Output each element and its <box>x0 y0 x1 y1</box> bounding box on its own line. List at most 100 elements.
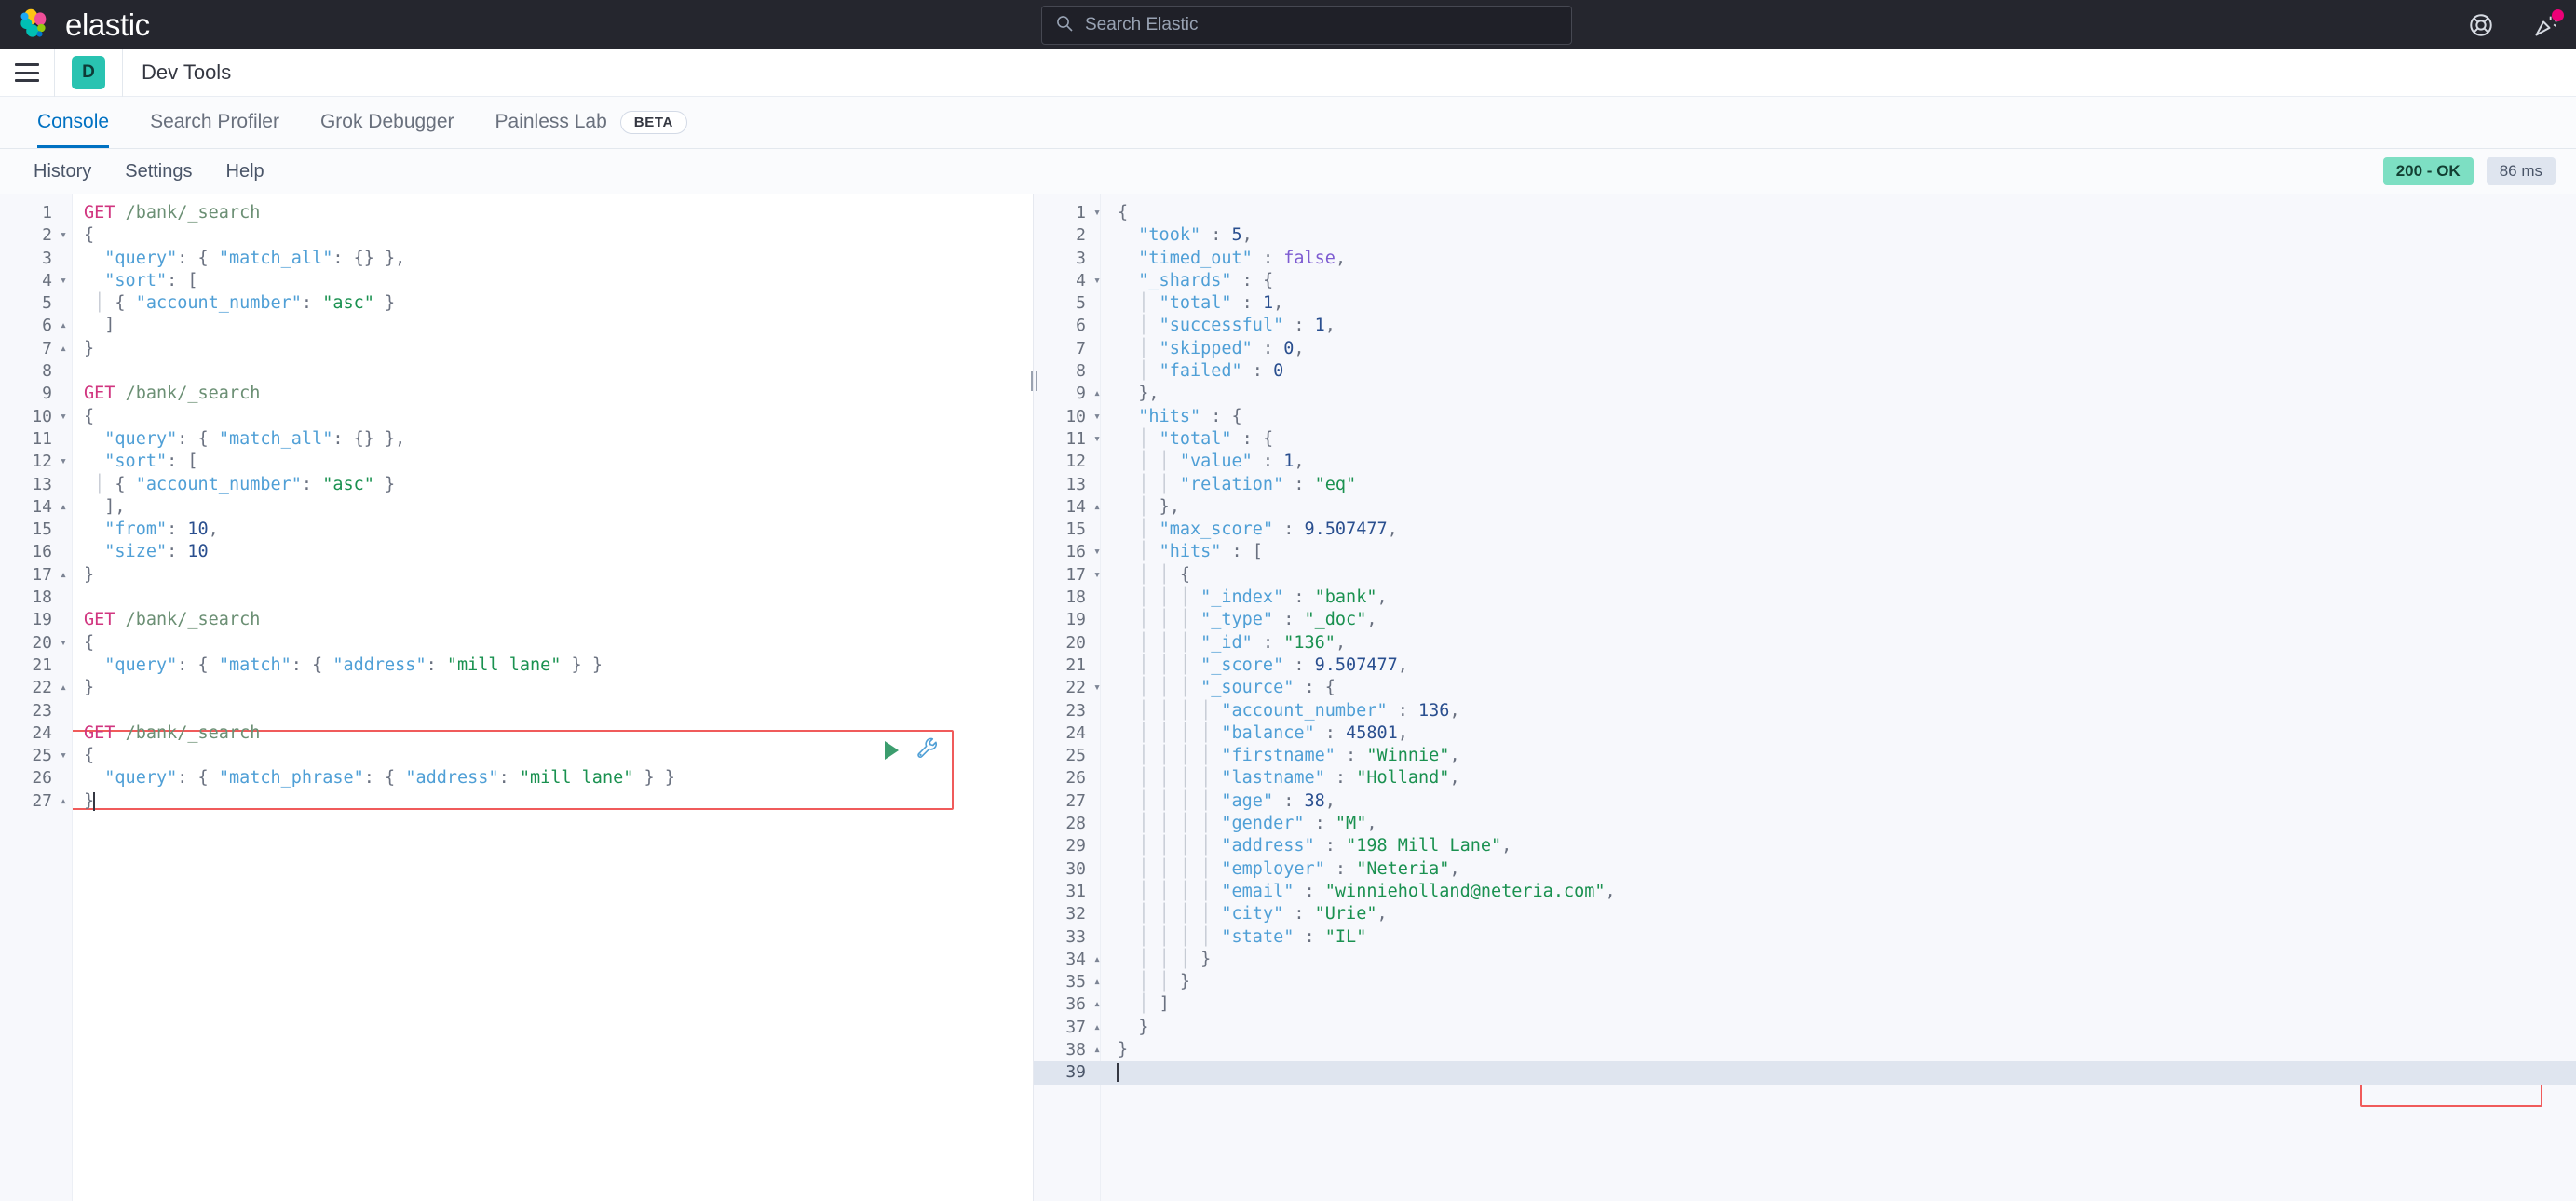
send-request-play-icon[interactable] <box>885 741 899 760</box>
fold-toggle-icon[interactable]: ▾ <box>54 406 73 428</box>
code-line[interactable]: 5 │ { "account_number": "asc" } <box>0 292 1033 315</box>
code-line[interactable]: 14▴ │ }, <box>1034 496 2576 519</box>
code-line[interactable]: 3 "query": { "match_all": {} }, <box>0 248 1033 270</box>
code-line[interactable]: 9GET /bank/_search <box>0 383 1033 405</box>
elastic-brand[interactable]: elastic <box>0 7 150 43</box>
code-line[interactable]: 3 "timed_out" : false, <box>1034 248 2576 270</box>
code-line[interactable]: 1▾{ <box>1034 202 2576 224</box>
fold-toggle-icon[interactable]: ▾ <box>1088 677 1106 699</box>
code-line[interactable]: 26 "query": { "match_phrase": { "address… <box>0 767 1033 789</box>
fold-toggle-icon[interactable]: ▴ <box>54 496 73 519</box>
code-line[interactable]: 6▴ ] <box>0 315 1033 337</box>
fold-toggle-icon[interactable]: ▴ <box>54 338 73 360</box>
code-line[interactable]: 6 │ "successful" : 1, <box>1034 315 2576 337</box>
code-line[interactable]: 10▾ "hits" : { <box>1034 406 2576 428</box>
code-line[interactable]: 10▾{ <box>0 406 1033 428</box>
code-line[interactable]: 4▾ "_shards" : { <box>1034 270 2576 292</box>
code-line[interactable]: 39 <box>1034 1061 2576 1084</box>
code-line[interactable]: 32 │ │ │ │ "city" : "Urie", <box>1034 903 2576 925</box>
code-line[interactable]: 27▴} <box>0 790 1033 813</box>
fold-toggle-icon[interactable]: ▾ <box>54 632 73 654</box>
tab-grok-debugger[interactable]: Grok Debugger <box>300 96 475 148</box>
code-line[interactable]: 21 "query": { "match": { "address": "mil… <box>0 654 1033 677</box>
code-line[interactable]: 30 │ │ │ │ "employer" : "Neteria", <box>1034 858 2576 881</box>
code-line[interactable]: 4▾ "sort": [ <box>0 270 1033 292</box>
fold-toggle-icon[interactable]: ▴ <box>1088 949 1106 971</box>
fold-toggle-icon[interactable]: ▾ <box>1088 541 1106 563</box>
code-line[interactable]: 15 "from": 10, <box>0 519 1033 541</box>
code-line[interactable]: 38▴} <box>1034 1039 2576 1061</box>
code-line[interactable]: 27 │ │ │ │ "age" : 38, <box>1034 790 2576 813</box>
code-line[interactable]: 19GET /bank/_search <box>0 609 1033 631</box>
code-line[interactable]: 18 │ │ │ "_index" : "bank", <box>1034 587 2576 609</box>
code-line[interactable]: 11 "query": { "match_all": {} }, <box>0 428 1033 451</box>
fold-toggle-icon[interactable]: ▾ <box>54 745 73 767</box>
code-line[interactable]: 23 <box>0 700 1033 722</box>
code-line[interactable]: 33 │ │ │ │ "state" : "IL" <box>1034 926 2576 949</box>
code-line[interactable]: 24GET /bank/_search <box>0 722 1033 745</box>
party-popper-icon[interactable] <box>2533 12 2559 38</box>
code-line[interactable]: 23 │ │ │ │ "account_number" : 136, <box>1034 700 2576 722</box>
app-badge[interactable]: D <box>72 56 105 89</box>
code-line[interactable]: 15 │ "max_score" : 9.507477, <box>1034 519 2576 541</box>
code-line[interactable]: 11▾ │ "total" : { <box>1034 428 2576 451</box>
code-line[interactable]: 17▾ │ │ { <box>1034 564 2576 587</box>
code-line[interactable]: 25▾{ <box>0 745 1033 767</box>
code-line[interactable]: 1GET /bank/_search <box>0 202 1033 224</box>
code-line[interactable]: 25 │ │ │ │ "firstname" : "Winnie", <box>1034 745 2576 767</box>
code-line[interactable]: 19 │ │ │ "_type" : "_doc", <box>1034 609 2576 631</box>
hamburger-icon[interactable] <box>15 63 39 82</box>
fold-toggle-icon[interactable]: ▴ <box>54 677 73 699</box>
code-line[interactable]: 36▴ │ ] <box>1034 993 2576 1016</box>
toolbar-help[interactable]: Help <box>210 161 281 182</box>
fold-toggle-icon[interactable]: ▾ <box>1088 406 1106 428</box>
fold-toggle-icon[interactable]: ▾ <box>1088 202 1106 224</box>
code-line[interactable]: 24 │ │ │ │ "balance" : 45801, <box>1034 722 2576 745</box>
code-line[interactable]: 22▾ │ │ │ "_source" : { <box>1034 677 2576 699</box>
fold-toggle-icon[interactable]: ▾ <box>1088 564 1106 587</box>
search-input[interactable]: Search Elastic <box>1085 15 1198 35</box>
global-search-bar[interactable]: Search Elastic <box>1041 6 1572 45</box>
fold-toggle-icon[interactable]: ▾ <box>54 451 73 473</box>
breadcrumb-dev-tools[interactable]: Dev Tools <box>142 61 231 85</box>
code-line[interactable]: 13 │ { "account_number": "asc" } <box>0 474 1033 496</box>
code-line[interactable]: 12 │ │ "value" : 1, <box>1034 451 2576 473</box>
fold-toggle-icon[interactable]: ▴ <box>1088 496 1106 519</box>
code-line[interactable]: 5 │ "total" : 1, <box>1034 292 2576 315</box>
toolbar-settings[interactable]: Settings <box>108 161 209 182</box>
code-line[interactable]: 8 │ "failed" : 0 <box>1034 360 2576 383</box>
tab-search-profiler[interactable]: Search Profiler <box>129 96 300 148</box>
fold-toggle-icon[interactable]: ▾ <box>1088 270 1106 292</box>
tab-console[interactable]: Console <box>17 96 129 148</box>
code-line[interactable]: 20▾{ <box>0 632 1033 654</box>
code-line[interactable]: 34▴ │ │ │ } <box>1034 949 2576 971</box>
pane-resize-handle[interactable] <box>1026 194 1041 1201</box>
fold-toggle-icon[interactable]: ▴ <box>1088 993 1106 1016</box>
code-line[interactable]: 20 │ │ │ "_id" : "136", <box>1034 632 2576 654</box>
code-line[interactable]: 7 │ "skipped" : 0, <box>1034 338 2576 360</box>
code-line[interactable]: 35▴ │ │ } <box>1034 971 2576 993</box>
fold-toggle-icon[interactable]: ▾ <box>1088 428 1106 451</box>
response-viewer-pane[interactable]: 1▾{2 "took" : 5,3 "timed_out" : false,4▾… <box>1034 194 2576 1201</box>
fold-toggle-icon[interactable]: ▴ <box>1088 1017 1106 1039</box>
toolbar-history[interactable]: History <box>17 161 108 182</box>
code-line[interactable]: 14▴ ], <box>0 496 1033 519</box>
tab-painless-lab[interactable]: Painless LabBETA <box>475 96 708 148</box>
lifering-icon[interactable] <box>2468 12 2494 38</box>
code-line[interactable]: 18 <box>0 587 1033 609</box>
fold-toggle-icon[interactable]: ▾ <box>54 224 73 247</box>
fold-toggle-icon[interactable]: ▴ <box>54 315 73 337</box>
code-line[interactable]: 17▴} <box>0 564 1033 587</box>
code-line[interactable]: 2▾{ <box>0 224 1033 247</box>
fold-toggle-icon[interactable]: ▴ <box>1088 971 1106 993</box>
fold-toggle-icon[interactable]: ▴ <box>1088 383 1106 405</box>
fold-toggle-icon[interactable]: ▴ <box>54 790 73 813</box>
code-line[interactable]: 8 <box>0 360 1033 383</box>
request-editor-pane[interactable]: 1GET /bank/_search2▾{3 "query": { "match… <box>0 194 1034 1201</box>
fold-toggle-icon[interactable]: ▾ <box>54 270 73 292</box>
open-documentation-wrench-icon[interactable] <box>915 735 940 764</box>
code-line[interactable]: 26 │ │ │ │ "lastname" : "Holland", <box>1034 767 2576 789</box>
request-code[interactable]: 1GET /bank/_search2▾{3 "query": { "match… <box>0 194 1033 1201</box>
code-line[interactable]: 12▾ "sort": [ <box>0 451 1033 473</box>
code-line[interactable]: 22▴} <box>0 677 1033 699</box>
